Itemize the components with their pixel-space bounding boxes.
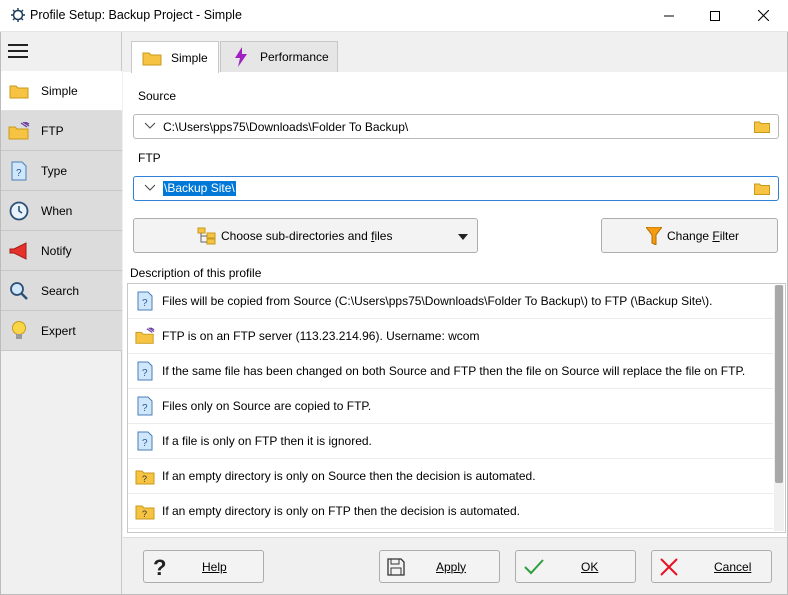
help-document-icon: ? xyxy=(8,160,30,182)
list-item-text: If the same file has been changed on bot… xyxy=(162,364,746,378)
list-item: ? If a file is only on FTP then it is ig… xyxy=(128,424,773,459)
change-filter-label: Change Filter xyxy=(667,228,740,243)
choose-subdirectories-button[interactable]: Choose sub-directories and files xyxy=(133,218,478,253)
ftp-label: FTP xyxy=(138,151,161,165)
apply-label: Apply xyxy=(436,559,467,574)
sidebar-item-type[interactable]: ? Type xyxy=(1,151,122,191)
sidebar-item-label: Type xyxy=(41,163,68,178)
chevron-down-icon[interactable] xyxy=(144,122,156,130)
list-item-text: FTP is on an FTP server (113.23.214.96).… xyxy=(162,329,480,343)
list-item: ? If an empty directory is only on Sourc… xyxy=(128,459,773,494)
minimize-button[interactable] xyxy=(646,0,692,31)
source-label: Source xyxy=(138,89,177,103)
ok-button[interactable]: OK xyxy=(515,550,636,583)
app-logo-icon xyxy=(11,8,25,22)
filter-funnel-icon xyxy=(646,226,662,245)
tab-label: Performance xyxy=(260,50,329,64)
maximize-button[interactable] xyxy=(692,0,738,31)
help-label: Help xyxy=(202,559,227,574)
sidebar-item-label: When xyxy=(41,203,73,218)
clock-icon xyxy=(8,200,30,222)
info-document-icon: ? xyxy=(135,430,155,452)
source-combobox[interactable]: C:\Users\pps75\Downloads\Folder To Backu… xyxy=(133,114,779,139)
list-item: FTP is on an FTP server (113.23.214.96).… xyxy=(128,319,773,354)
svg-text:?: ? xyxy=(142,403,148,414)
list-item-text: Files only on Source are copied to FTP. xyxy=(162,399,372,413)
checkmark-icon xyxy=(524,558,544,574)
ok-label: OK xyxy=(581,559,599,574)
question-folder-icon: ? xyxy=(135,465,155,487)
ftp-value[interactable]: \Backup Site\ xyxy=(163,181,236,196)
cancel-button[interactable]: Cancel xyxy=(651,550,772,583)
tab-label: Simple xyxy=(171,50,208,65)
dropdown-arrow-icon xyxy=(458,234,468,240)
svg-text:?: ? xyxy=(142,438,148,449)
sidebar-item-search[interactable]: Search xyxy=(1,271,122,311)
scrollbar-thumb[interactable] xyxy=(775,285,783,483)
save-disk-icon xyxy=(387,557,405,576)
list-item-text: If an empty directory is only on Source … xyxy=(162,469,536,483)
sidebar-item-label: Simple xyxy=(41,83,78,98)
description-list: ? Files will be copied from Source (C:\U… xyxy=(127,283,786,533)
info-document-icon: ? xyxy=(135,360,155,382)
sidebar-item-label: Notify xyxy=(41,243,72,258)
ftp-folder-icon xyxy=(135,325,155,347)
svg-text:?: ? xyxy=(142,474,147,484)
svg-text:?: ? xyxy=(142,368,148,379)
list-item-text: Files will be copied from Source (C:\Use… xyxy=(162,294,713,308)
description-label: Description of this profile xyxy=(130,266,262,280)
apply-button[interactable]: Apply xyxy=(379,550,500,583)
svg-text:?: ? xyxy=(142,509,147,519)
svg-text:?: ? xyxy=(153,556,166,578)
folder-icon xyxy=(141,48,163,68)
maximize-icon xyxy=(710,10,720,21)
list-item: ? If the same file has been changed on b… xyxy=(128,354,773,389)
sidebar-item-when[interactable]: When xyxy=(1,191,122,231)
list-item: ? If an empty directory is only on FTP t… xyxy=(128,494,773,529)
svg-text:?: ? xyxy=(142,298,148,309)
magnifier-icon xyxy=(8,280,30,302)
question-folder-icon: ? xyxy=(135,500,155,522)
minimize-icon xyxy=(664,15,674,16)
ftp-folder-icon xyxy=(8,120,30,142)
browse-folder-icon[interactable] xyxy=(754,182,770,195)
sidebar-item-label: FTP xyxy=(41,123,64,138)
window-title: Profile Setup: Backup Project - Simple xyxy=(30,8,242,22)
source-value: C:\Users\pps75\Downloads\Folder To Backu… xyxy=(163,120,409,134)
hamburger-menu-icon[interactable] xyxy=(8,44,28,60)
close-icon xyxy=(757,10,769,21)
sidebar-item-expert[interactable]: Expert xyxy=(1,311,122,351)
svg-text:?: ? xyxy=(16,168,22,179)
sidebar-item-simple[interactable]: Simple xyxy=(1,71,122,111)
folder-icon xyxy=(8,80,30,102)
tab-performance[interactable]: Performance xyxy=(220,41,338,72)
close-button[interactable] xyxy=(740,0,786,31)
choose-subdirectories-label: Choose sub-directories and files xyxy=(221,228,393,243)
browse-folder-icon[interactable] xyxy=(754,120,770,133)
lightning-icon xyxy=(230,47,252,67)
info-document-icon: ? xyxy=(135,395,155,417)
description-scrollbar[interactable] xyxy=(774,285,784,531)
title-bar: Profile Setup: Backup Project - Simple xyxy=(0,0,788,32)
chevron-down-icon[interactable] xyxy=(144,184,156,192)
change-filter-button[interactable]: Change Filter xyxy=(601,218,778,253)
list-item-text: If an empty directory is only on FTP the… xyxy=(162,504,520,518)
tab-simple[interactable]: Simple xyxy=(131,41,219,73)
help-button[interactable]: ? Help xyxy=(143,550,264,583)
list-item: ? Files will be copied from Source (C:\U… xyxy=(128,284,773,319)
ftp-combobox[interactable]: \Backup Site\ xyxy=(133,176,779,201)
sidebar-item-label: Expert xyxy=(41,323,76,338)
cancel-x-icon xyxy=(660,557,678,576)
megaphone-icon xyxy=(8,240,30,262)
sidebar-item-ftp[interactable]: FTP xyxy=(1,111,122,151)
list-item-text: If a file is only on FTP then it is igno… xyxy=(162,434,372,448)
list-item: ? Files only on Source are copied to FTP… xyxy=(128,389,773,424)
info-document-icon: ? xyxy=(135,290,155,312)
folder-tree-icon xyxy=(197,227,216,244)
question-mark-icon: ? xyxy=(153,556,166,578)
lightbulb-icon xyxy=(8,320,30,342)
sidebar-item-label: Search xyxy=(41,283,80,298)
cancel-label: Cancel xyxy=(714,559,752,574)
sidebar-item-notify[interactable]: Notify xyxy=(1,231,122,271)
